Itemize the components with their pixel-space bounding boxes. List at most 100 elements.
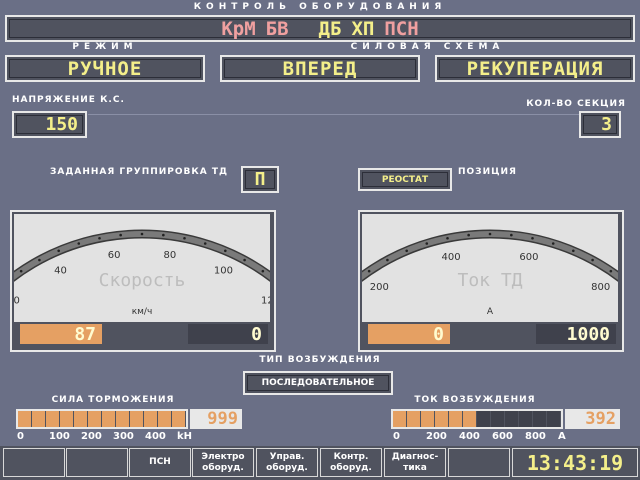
bar-segment xyxy=(477,411,491,427)
mode-panel[interactable]: РУЧНОЕ xyxy=(5,55,205,82)
gauge-tick-dot xyxy=(386,258,389,262)
scale-label: 0 xyxy=(17,431,24,442)
footer-button[interactable]: ПСН xyxy=(129,448,191,477)
gauge-tick-dot xyxy=(140,232,144,236)
gauge-tick-dot xyxy=(405,249,408,253)
footer-button[interactable] xyxy=(448,448,510,477)
gauge-tick-dot xyxy=(243,258,246,262)
gauge-tick-label: 120 xyxy=(261,296,270,307)
gauge-tick-dot xyxy=(19,269,23,273)
speed-gauge-face: 020406080100120Скоростькм/ч xyxy=(0,214,327,335)
clock: 13:43:19 xyxy=(526,450,624,475)
direction-panel[interactable]: ВПЕРЕД xyxy=(220,55,420,82)
footer-button[interactable]: Управ. оборуд. xyxy=(256,448,318,477)
status-segment: ПСН xyxy=(384,17,419,40)
gauge-tick-label: 100 xyxy=(214,266,233,277)
gauge-tick-dot xyxy=(591,258,594,262)
gauge-tick-label: 600 xyxy=(519,252,538,263)
bar-segment xyxy=(60,411,74,427)
voltage-panel: 150 xyxy=(12,111,87,138)
gauge-unit: км/ч xyxy=(132,307,153,317)
status-segments: КрМ БВ ДБ ХП ПСН xyxy=(9,17,631,40)
exc-current-value: 392 xyxy=(585,409,616,429)
bar-segment xyxy=(46,411,60,427)
scale-label: kH xyxy=(177,431,193,442)
gauge-tick-dot xyxy=(572,249,575,253)
mode-label: РЕЖИМ xyxy=(72,42,138,52)
scale-label: 600 xyxy=(492,431,513,442)
gauge-title: Ток ТД xyxy=(457,270,522,291)
grouping-value: П xyxy=(254,169,266,190)
braking-bar xyxy=(16,409,188,429)
gauge-tick-dot xyxy=(446,236,449,240)
scale-label: 200 xyxy=(81,431,102,442)
current-gauge-face: 0 200 400 600 800 Ток ТД А xyxy=(305,214,640,358)
excitation-panel[interactable]: ПОСЛЕДОВАТЕЛЬНОЕ xyxy=(243,371,393,395)
bar-segment xyxy=(116,411,130,427)
position-label: ПОЗИЦИЯ xyxy=(458,167,517,177)
bar-segment xyxy=(158,411,172,427)
gauge-tick-label: 200 xyxy=(370,282,389,293)
scheme-type-panel[interactable]: РЕКУПЕРАЦИЯ xyxy=(435,55,635,82)
gauge-tick-dot xyxy=(261,269,265,273)
bar-segment xyxy=(449,411,463,427)
bar-segment xyxy=(144,411,158,427)
gauge-tick-label: 20 xyxy=(14,296,20,307)
scale-label: 300 xyxy=(113,431,134,442)
status-bar: КрМ БВ ДБ ХП ПСН xyxy=(5,15,635,42)
gauge-tick-dot xyxy=(551,242,555,245)
bar-segment xyxy=(88,411,102,427)
gauge-tick-dot xyxy=(38,258,41,262)
bar-segment xyxy=(130,411,144,427)
scale-label: 400 xyxy=(145,431,166,442)
footer-button[interactable] xyxy=(66,448,128,477)
gauge-tick-dot xyxy=(98,236,101,240)
divider-line xyxy=(88,114,580,115)
gauge-tick-dot xyxy=(510,233,513,237)
braking-value-box: 999 xyxy=(190,409,242,429)
clock-panel: 13:43:19 xyxy=(512,448,638,477)
status-segment: ХП xyxy=(351,17,375,40)
speed-secondary: 0 xyxy=(251,323,262,345)
reostat-button[interactable]: РЕОСТАТ xyxy=(358,168,452,191)
grouping-panel: П xyxy=(241,166,279,193)
gauge-tick-label: 80 xyxy=(164,250,177,261)
header-title: КОНТРОЛЬ ОБОРУДОВАНИЯ xyxy=(193,2,447,12)
status-segment: КрМ xyxy=(221,17,256,40)
bar-segment xyxy=(505,411,519,427)
scale-label: 100 xyxy=(49,431,70,442)
scale-label: 0 xyxy=(393,431,400,442)
gauge-tick-dot xyxy=(183,236,186,240)
gauge-tick-dot xyxy=(488,232,492,236)
gauge-unit: А xyxy=(487,307,494,317)
gauge-tick-dot xyxy=(77,242,81,245)
bar-segment xyxy=(421,411,435,427)
footer-button[interactable]: Диагнос- тика xyxy=(384,448,446,477)
gauge-tick-dot xyxy=(162,233,165,237)
current-value: 0 xyxy=(433,323,444,345)
scheme-type-value: РЕКУПЕРАЦИЯ xyxy=(466,57,604,80)
footer-button[interactable] xyxy=(3,448,65,477)
footer-button[interactable]: Контр. оборуд. xyxy=(320,448,382,477)
mode-value: РУЧНОЕ xyxy=(67,57,143,80)
gauge-tick-label: 400 xyxy=(442,252,461,263)
scale-label: 800 xyxy=(525,431,546,442)
gauge-tick-dot xyxy=(367,269,371,273)
gauge-tick-dot xyxy=(609,269,613,273)
power-scheme-label: СИЛОВАЯ СХЕМА xyxy=(350,42,505,52)
sections-label: КОЛ-ВО СЕКЦИЯ xyxy=(526,99,626,109)
footer-button[interactable]: Электро оборуд. xyxy=(192,448,254,477)
bar-segment xyxy=(393,411,407,427)
gauge-title: Скорость xyxy=(99,270,186,291)
current-gauge: 0 200 400 600 800 Ток ТД А 0 1000 xyxy=(305,210,640,358)
sections-value: 3 xyxy=(601,114,612,135)
reostat-label: РЕОСТАТ xyxy=(381,174,429,185)
gauge-tick-dot xyxy=(425,242,429,245)
gauge-tick-dot xyxy=(57,249,60,253)
braking-label: СИЛА ТОРМОЖЕНИЯ xyxy=(51,395,175,405)
excitation-value: ПОСЛЕДОВАТЕЛЬНОЕ xyxy=(261,378,375,388)
bar-segment xyxy=(435,411,449,427)
direction-value: ВПЕРЕД xyxy=(282,57,358,80)
braking-value: 999 xyxy=(207,409,238,429)
status-segment: ДБ xyxy=(318,17,342,40)
